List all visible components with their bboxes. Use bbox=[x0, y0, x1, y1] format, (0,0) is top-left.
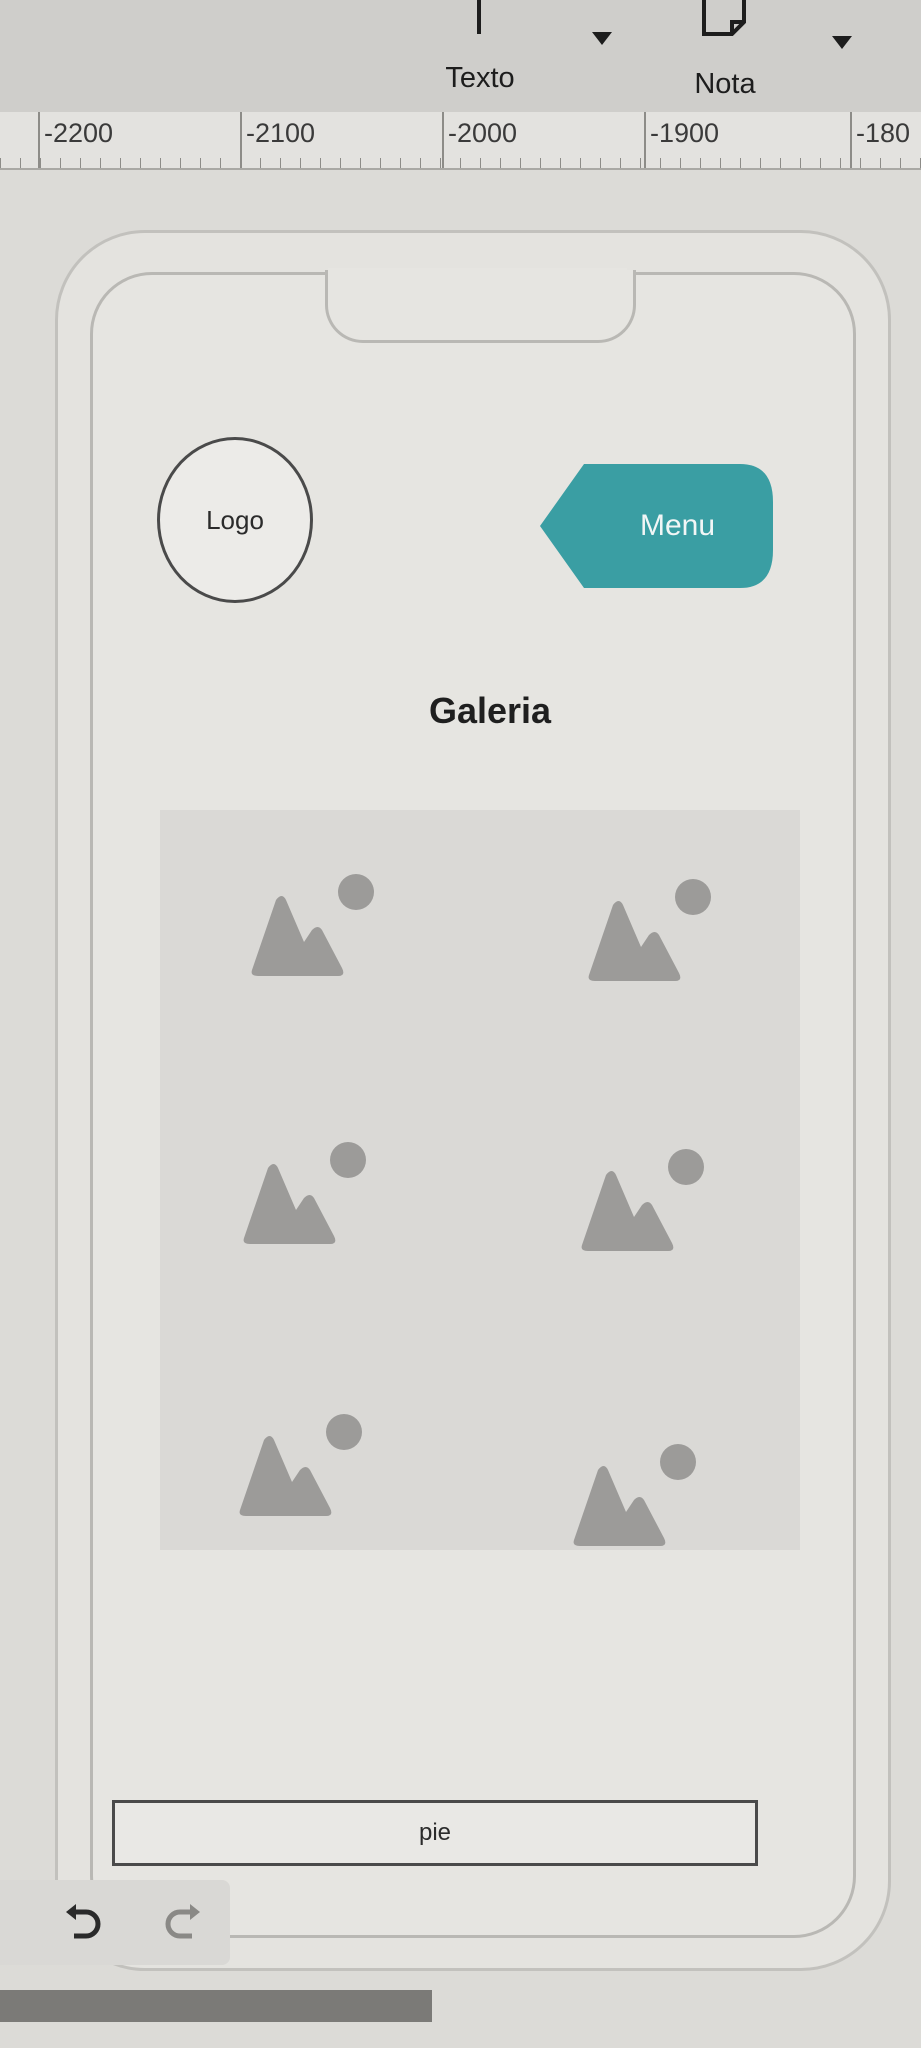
ruler-minor-tick bbox=[560, 158, 561, 168]
ruler-minor-tick bbox=[640, 158, 641, 168]
ruler-minor-tick bbox=[80, 158, 81, 168]
image-placeholder-icon[interactable] bbox=[236, 1410, 376, 1520]
ruler-minor-tick bbox=[460, 158, 461, 168]
ruler-minor-tick bbox=[220, 158, 221, 168]
ruler-minor-tick bbox=[140, 158, 141, 168]
text-tool-dropdown-icon[interactable] bbox=[592, 32, 612, 45]
note-tool-label: Nota bbox=[694, 68, 756, 100]
top-toolbar: Texto Nota bbox=[0, 0, 921, 112]
ruler-minor-tick bbox=[20, 158, 21, 168]
ruler-minor-tick bbox=[200, 158, 201, 168]
ruler-minor-tick bbox=[540, 158, 541, 168]
ruler-minor-tick bbox=[360, 158, 361, 168]
text-tool-icon bbox=[477, 0, 481, 34]
ruler-minor-tick bbox=[520, 158, 521, 168]
phone-notch bbox=[325, 270, 636, 343]
ruler-minor-tick bbox=[320, 158, 321, 168]
ruler-minor-tick bbox=[160, 158, 161, 168]
ruler-label: -1900 bbox=[650, 118, 720, 148]
ruler-minor-tick bbox=[760, 158, 761, 168]
ruler-minor-tick bbox=[120, 158, 121, 168]
ruler-minor-tick bbox=[480, 158, 481, 168]
ruler-minor-tick bbox=[0, 158, 1, 168]
ruler-minor-tick bbox=[780, 158, 781, 168]
ruler-minor-tick bbox=[440, 158, 441, 168]
ruler-minor-tick bbox=[820, 158, 821, 168]
ruler-minor-tick bbox=[40, 158, 41, 168]
horizontal-ruler: -2200 -2100 -2000 -1900 -180 bbox=[0, 112, 921, 170]
ruler-minor-tick bbox=[700, 158, 701, 168]
horizontal-scrollbar[interactable] bbox=[0, 1990, 432, 2022]
ruler-minor-tick bbox=[100, 158, 101, 168]
note-tool-icon bbox=[702, 0, 746, 36]
menu-button[interactable]: Menu bbox=[540, 462, 775, 590]
ruler-minor-tick bbox=[880, 158, 881, 168]
logo-placeholder[interactable]: Logo bbox=[157, 437, 313, 603]
page-title: Galeria bbox=[428, 690, 552, 731]
image-placeholder-icon[interactable] bbox=[585, 875, 725, 985]
footer-bar[interactable]: pie bbox=[112, 1800, 758, 1866]
ruler-minor-tick bbox=[380, 158, 381, 168]
ruler-minor-tick bbox=[400, 158, 401, 168]
ruler-minor-tick bbox=[180, 158, 181, 168]
ruler-major-tick bbox=[442, 112, 444, 168]
ruler-minor-tick bbox=[60, 158, 61, 168]
ruler-major-tick bbox=[644, 112, 646, 168]
ruler-label: -180 bbox=[856, 118, 911, 148]
text-tool-label: Texto bbox=[445, 62, 515, 94]
ruler-minor-tick bbox=[620, 158, 621, 168]
ruler-minor-tick bbox=[420, 158, 421, 168]
ruler-minor-tick bbox=[740, 158, 741, 168]
ruler-minor-tick bbox=[840, 158, 841, 168]
ruler-minor-tick bbox=[300, 158, 301, 168]
ruler-minor-tick bbox=[280, 158, 281, 168]
ruler-minor-tick bbox=[240, 158, 241, 168]
ruler-minor-tick bbox=[800, 158, 801, 168]
ruler-label: -2200 bbox=[44, 118, 114, 148]
ruler-minor-tick bbox=[720, 158, 721, 168]
notch-gap bbox=[328, 268, 627, 276]
undo-icon[interactable] bbox=[60, 1902, 106, 1948]
ruler-minor-tick bbox=[580, 158, 581, 168]
note-tool-dropdown-icon[interactable] bbox=[832, 36, 852, 49]
ruler-major-tick bbox=[850, 112, 852, 168]
image-placeholder-icon[interactable] bbox=[570, 1440, 710, 1550]
ruler-label: -2100 bbox=[246, 118, 316, 148]
ruler-minor-tick bbox=[680, 158, 681, 168]
redo-icon[interactable] bbox=[160, 1902, 206, 1948]
ruler-minor-tick bbox=[900, 158, 901, 168]
image-placeholder-icon[interactable] bbox=[578, 1145, 718, 1255]
ruler-minor-tick bbox=[660, 158, 661, 168]
ruler-minor-tick bbox=[600, 158, 601, 168]
menu-label: Menu bbox=[639, 509, 716, 542]
ruler-minor-tick bbox=[340, 158, 341, 168]
ruler-minor-tick bbox=[500, 158, 501, 168]
ruler-minor-tick bbox=[860, 158, 861, 168]
ruler-label: -2000 bbox=[448, 118, 518, 148]
ruler-minor-tick bbox=[260, 158, 261, 168]
image-placeholder-icon[interactable] bbox=[240, 1138, 380, 1248]
image-placeholder-icon[interactable] bbox=[248, 870, 388, 980]
